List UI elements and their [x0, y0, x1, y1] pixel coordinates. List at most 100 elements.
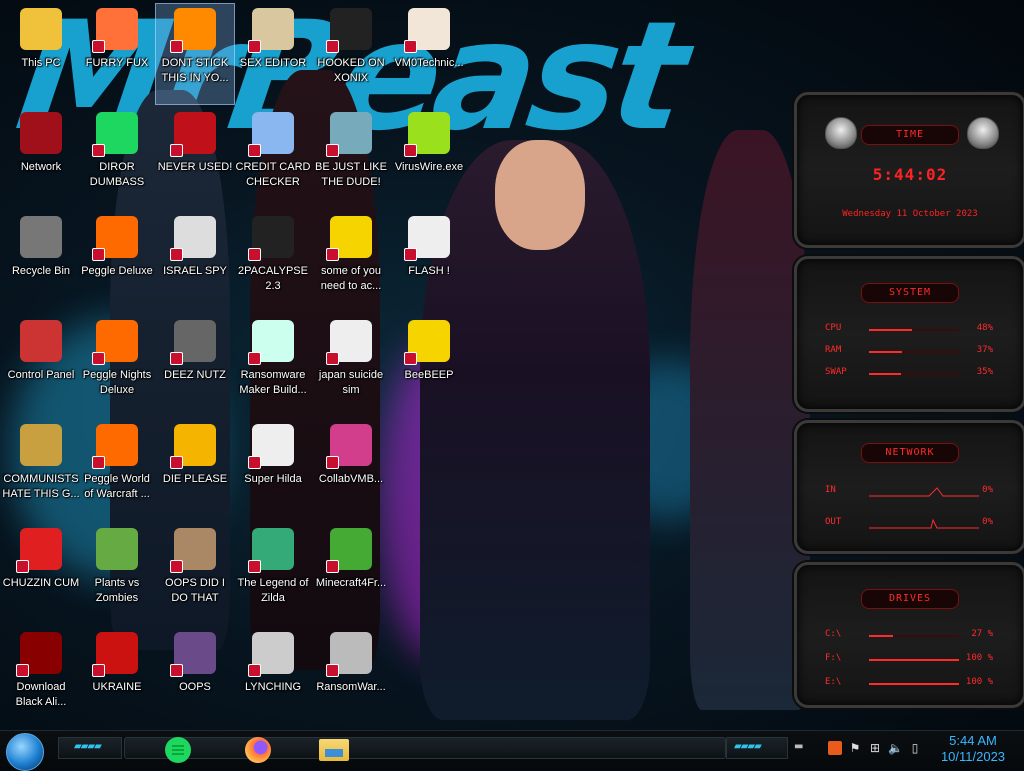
peggle-nights-icon	[92, 320, 138, 365]
desktop-icon[interactable]: DIROR DUMBASS	[78, 108, 156, 208]
credit-card-icon	[248, 112, 294, 157]
taskbar-file-explorer-button[interactable]	[316, 733, 352, 767]
taskbar: ▰▰▰▰ ▰▰▰▰ ▬ ⚑ ⊞ 🔈 ▯ 5:44 AM 10/11/2023	[0, 730, 1024, 771]
desktop-icon-label: ISRAEL SPY	[163, 265, 227, 277]
devcpp-icon	[170, 112, 216, 157]
desktop-icon[interactable]: COMMUNISTS HATE THIS G...	[2, 420, 80, 520]
shortcut-arrow-icon	[248, 456, 261, 469]
desktop-icon[interactable]: Peggle Nights Deluxe	[78, 316, 156, 416]
network-status-icon[interactable]: ⊞	[868, 741, 882, 755]
desktop-icon[interactable]: VirusWire.exe	[390, 108, 468, 208]
taskbar-firefox-button[interactable]	[240, 733, 276, 767]
desktop-icon-label: Super Hilda	[244, 473, 302, 485]
japan-sim-icon	[326, 320, 372, 365]
desktop-icon[interactable]: UKRAINE	[78, 628, 156, 728]
control-panel-icon	[20, 320, 62, 362]
drives-widget-title: DRIVES	[861, 589, 959, 609]
system-row-value: 48%	[976, 323, 993, 333]
desktop-icon[interactable]: Peggle Deluxe	[78, 212, 156, 312]
desktop-icon-label: The Legend of Zilda	[237, 577, 309, 604]
time-widget-clock: 5:44:02	[872, 165, 948, 184]
shortcut-arrow-icon	[16, 560, 29, 573]
desktop-icon[interactable]: RansomWar...	[312, 628, 390, 728]
ransomware-window-icon	[248, 320, 294, 365]
shortcut-arrow-icon	[404, 144, 417, 157]
desktop-icon[interactable]: Plants vs Zombies	[78, 524, 156, 624]
desktop-icon[interactable]: ISRAEL SPY	[156, 212, 234, 312]
desktop-icon[interactable]: Control Panel	[2, 316, 80, 416]
desktop-icon[interactable]: CollabVMB...	[312, 420, 390, 520]
desktop-icon[interactable]: OOPS	[156, 628, 234, 728]
tray-app-icon[interactable]	[828, 741, 842, 755]
desktop-icon[interactable]: OOPS DID I DO THAT	[156, 524, 234, 624]
taskbar-chat-app-button[interactable]	[160, 733, 196, 767]
shortcut-arrow-icon	[326, 144, 339, 157]
shortcut-arrow-icon	[16, 664, 29, 677]
network-widget: NETWORK IN 0% OUT 0%	[794, 420, 1024, 554]
shortcut-arrow-icon	[170, 352, 183, 365]
pixel-hilda-icon	[248, 424, 294, 469]
desktop-icon[interactable]: Ransomware Maker Build...	[234, 316, 312, 416]
desktop-icon[interactable]: Download Black Ali...	[2, 628, 80, 728]
start-button[interactable]	[6, 733, 44, 771]
desktop-icon[interactable]: CHUZZIN CUM	[2, 524, 80, 624]
system-row-label: RAM	[825, 345, 842, 355]
vlc-cone-icon	[170, 8, 216, 53]
security-flag-icon[interactable]: ⚑	[848, 741, 862, 755]
desktop-icon[interactable]: CREDIT CARD CHECKER	[234, 108, 312, 208]
system-row-ram: RAM 37%	[825, 345, 993, 359]
desktop-icon[interactable]: japan suicide sim	[312, 316, 390, 416]
desktop-icon[interactable]: DONT STICK THIS IN YO...	[155, 3, 235, 105]
notification-icon[interactable]: ▯	[908, 741, 922, 755]
desktop-icon[interactable]: BeeBEEP	[390, 316, 468, 416]
desktop-icon[interactable]: FURRY FUX	[78, 4, 156, 104]
desktop-icon[interactable]: DIE PLEASE	[156, 420, 234, 520]
drive-label: E:\	[825, 677, 842, 687]
shortcut-arrow-icon	[92, 40, 105, 53]
desktop-icon[interactable]: BE JUST LIKE THE DUDE!	[312, 108, 390, 208]
peggle-wow-icon	[92, 424, 138, 469]
desktop-icon[interactable]: SEX EDITOR	[234, 4, 312, 104]
drive-usage-bar	[869, 635, 959, 637]
desktop-icon[interactable]: Network	[2, 108, 80, 208]
desktop-icon[interactable]: This PC	[2, 4, 80, 104]
desktop-icon-label: Peggle Deluxe	[81, 265, 153, 277]
desktop-icon[interactable]: Minecraft4Fr...	[312, 524, 390, 624]
desktop-icon[interactable]: The Legend of Zilda	[234, 524, 312, 624]
desktop-icon[interactable]: DEEZ NUTZ	[156, 316, 234, 416]
desktop-icon[interactable]: HOOKED ON XONIX	[312, 4, 390, 104]
shortcut-arrow-icon	[326, 456, 339, 469]
desktop-icon[interactable]: FLASH !	[390, 212, 468, 312]
network-out-graph	[869, 518, 979, 529]
volume-icon[interactable]: 🔈	[888, 741, 903, 755]
shortcut-arrow-icon	[248, 40, 261, 53]
alien-head-icon	[825, 117, 857, 149]
desktop-icon[interactable]: some of you need to ac...	[312, 212, 390, 312]
shortcut-arrow-icon	[404, 248, 417, 261]
desktop-icon-label: CollabVMB...	[318, 473, 384, 485]
network-out-row: OUT 0%	[825, 517, 993, 531]
desktop-icon[interactable]: Super Hilda	[234, 420, 312, 520]
money-bag-icon	[20, 424, 62, 466]
time-widget: TIME 5:44:02 Wednesday 11 October 2023	[794, 92, 1024, 248]
show-hidden-icons-arrow[interactable]: ▬	[794, 741, 814, 755]
shortcut-arrow-icon	[326, 560, 339, 573]
shortcut-arrow-icon	[170, 456, 183, 469]
lynching-icon	[248, 632, 294, 677]
desktop-icon[interactable]: NEVER USED!	[156, 108, 234, 208]
desktop-icon[interactable]: Peggle World of Warcraft ...	[78, 420, 156, 520]
desktop-icon[interactable]: Recycle Bin	[2, 212, 80, 312]
clock-time: 5:44 AM	[949, 733, 997, 748]
file-explorer-icon	[319, 739, 349, 761]
desktop-icon-label: BeeBEEP	[404, 369, 454, 381]
desktop-icon[interactable]: LYNCHING	[234, 628, 312, 728]
taskbar-clock[interactable]: 5:44 AM 10/11/2023	[928, 733, 1018, 765]
shortcut-arrow-icon	[404, 40, 417, 53]
desktop-icon[interactable]: 2PACALYPSE 2.3	[234, 212, 312, 312]
skull-icon	[326, 632, 372, 677]
desktop-icon-label: Recycle Bin	[11, 265, 71, 277]
desktop-icon-label: LYNCHING	[244, 681, 302, 693]
shortcut-arrow-icon	[170, 560, 183, 573]
desktop-icon[interactable]: VM0Technic...	[390, 4, 468, 104]
desktop-icon-label: This PC	[21, 57, 61, 69]
